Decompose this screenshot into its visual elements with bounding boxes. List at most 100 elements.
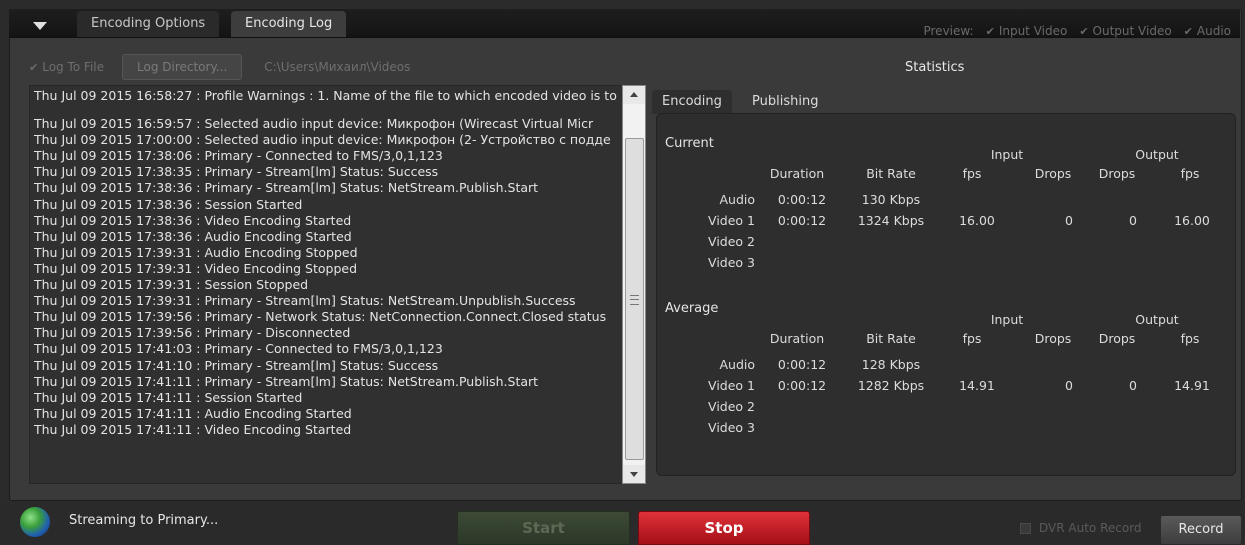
log-line: Thu Jul 09 2015 17:38:36 : Video Encodin… bbox=[34, 212, 352, 228]
log-line: Thu Jul 09 2015 17:39:56 : Primary - Dis… bbox=[34, 325, 351, 341]
row-in-fps: 14.91 bbox=[959, 378, 995, 393]
row-in-fps: 16.00 bbox=[959, 213, 995, 228]
record-button[interactable]: Record bbox=[1160, 515, 1242, 545]
scroll-up-arrow-icon[interactable] bbox=[623, 86, 645, 104]
row-out-drops: 0 bbox=[1129, 213, 1137, 228]
row-name: Video 2 bbox=[708, 399, 755, 414]
current-section-label: Current bbox=[665, 136, 714, 151]
row-name: Audio bbox=[719, 357, 755, 372]
row-duration: 0:00:12 bbox=[777, 213, 827, 228]
row-name: Video 1 bbox=[708, 378, 755, 393]
log-directory-button[interactable]: Log Directory... bbox=[122, 54, 243, 80]
row-name: Video 2 bbox=[708, 234, 755, 249]
header-duration: Duration bbox=[769, 331, 825, 346]
row-duration: 0:00:12 bbox=[777, 192, 827, 207]
row-duration: 0:00:12 bbox=[777, 357, 827, 372]
header-output: Output bbox=[1135, 147, 1179, 162]
tab-stat-encoding[interactable]: Encoding bbox=[652, 90, 732, 114]
row-bitrate: 128 Kbps bbox=[861, 357, 921, 372]
row-name: Audio bbox=[719, 192, 755, 207]
log-line: Thu Jul 09 2015 17:38:36 : Session Start… bbox=[34, 196, 303, 212]
header-bitrate: Bit Rate bbox=[866, 166, 916, 181]
row-duration: 0:00:12 bbox=[777, 378, 827, 393]
check-icon: ✔ bbox=[985, 24, 995, 38]
header-out-drops: Drops bbox=[1098, 331, 1136, 346]
dvr-label: DVR Auto Record bbox=[1039, 521, 1142, 535]
row-name: Video 3 bbox=[708, 255, 755, 270]
header-output: Output bbox=[1135, 312, 1179, 327]
log-path: C:\Users\Михаил\Videos bbox=[264, 60, 411, 74]
grip-icon bbox=[630, 295, 639, 305]
log-line: Thu Jul 09 2015 17:41:11 : Session Start… bbox=[34, 389, 303, 405]
audio-checkbox[interactable]: ✔ Audio bbox=[1184, 24, 1231, 38]
row-bitrate: 1282 Kbps bbox=[857, 378, 925, 393]
tab-stat-publishing[interactable]: Publishing bbox=[742, 90, 828, 114]
dvr-auto-record-checkbox[interactable]: DVR Auto Record bbox=[1020, 521, 1142, 535]
log-line: Thu Jul 09 2015 17:39:56 : Primary - Net… bbox=[34, 309, 607, 325]
log-scrollbar[interactable] bbox=[622, 85, 646, 484]
header-duration: Duration bbox=[769, 166, 825, 181]
input-video-checkbox[interactable]: ✔ Input Video bbox=[986, 24, 1068, 38]
log-line: Thu Jul 09 2015 17:39:31 : Video Encodin… bbox=[34, 260, 358, 276]
preview-options: Preview: ✔ Input Video ✔ Output Video ✔ Aud… bbox=[923, 24, 1231, 38]
row-out-fps: 16.00 bbox=[1174, 213, 1210, 228]
start-button[interactable]: Start bbox=[457, 511, 630, 545]
log-line: Thu Jul 09 2015 17:41:11 : Video Encodin… bbox=[34, 421, 352, 437]
tab-strip: Encoding Options Encoding Log Preview: ✔… bbox=[9, 9, 1240, 38]
status-text: Streaming to Primary... bbox=[69, 513, 219, 528]
header-in-fps: fps bbox=[962, 166, 982, 181]
tab-encoding-options[interactable]: Encoding Options bbox=[77, 11, 220, 37]
log-line: Thu Jul 09 2015 17:41:10 : Primary - Str… bbox=[34, 357, 439, 373]
row-name: Video 1 bbox=[708, 213, 755, 228]
log-line: Thu Jul 09 2015 17:38:06 : Primary - Con… bbox=[34, 148, 443, 164]
audio-label: Audio bbox=[1196, 24, 1231, 38]
output-video-checkbox[interactable]: ✔ Output Video bbox=[1079, 24, 1171, 38]
checkbox-icon bbox=[1020, 522, 1031, 534]
average-section-label: Average bbox=[665, 301, 719, 316]
log-controls: ✔ Log To File Log Directory... C:\Users\М… bbox=[29, 54, 410, 80]
stop-button[interactable]: Stop bbox=[638, 511, 810, 545]
row-bitrate: 1324 Kbps bbox=[857, 213, 925, 228]
log-text: Thu Jul 09 2015 16:58:27 : Profile Warni… bbox=[30, 86, 622, 440]
check-icon: ✔ bbox=[1183, 24, 1193, 38]
log-line: Thu Jul 09 2015 17:41:03 : Primary - Con… bbox=[34, 341, 443, 357]
header-out-drops: Drops bbox=[1098, 166, 1136, 181]
check-icon: ✔ bbox=[29, 60, 39, 74]
log-line: Thu Jul 09 2015 17:38:35 : Primary - Str… bbox=[34, 164, 439, 180]
statistics-panel: Current Input Output Duration Bit Rate fps Dro… bbox=[656, 113, 1236, 476]
check-icon: ✔ bbox=[1079, 24, 1089, 38]
header-input: Input bbox=[990, 312, 1024, 327]
scroll-down-arrow-icon[interactable] bbox=[623, 465, 645, 483]
log-panel[interactable]: Thu Jul 09 2015 16:58:27 : Profile Warni… bbox=[29, 85, 623, 484]
row-bitrate: 130 Kbps bbox=[861, 192, 921, 207]
header-bitrate: Bit Rate bbox=[866, 331, 916, 346]
row-out-drops: 0 bbox=[1129, 378, 1137, 393]
header-out-fps: fps bbox=[1180, 331, 1200, 346]
row-in-drops: 0 bbox=[1065, 213, 1073, 228]
header-in-drops: Drops bbox=[1034, 331, 1072, 346]
header-in-drops: Drops bbox=[1034, 166, 1072, 181]
log-line: Thu Jul 09 2015 17:38:36 : Audio Encodin… bbox=[34, 228, 352, 244]
preview-label: Preview: bbox=[923, 24, 974, 38]
log-line: Thu Jul 09 2015 17:39:31 : Session Stopp… bbox=[34, 277, 309, 293]
log-line: Thu Jul 09 2015 17:00:00 : Selected audi… bbox=[34, 132, 611, 148]
input-video-label: Input Video bbox=[998, 24, 1068, 38]
output-video-label: Output Video bbox=[1092, 24, 1172, 38]
collapse-arrow-icon[interactable] bbox=[33, 22, 47, 30]
header-input: Input bbox=[990, 147, 1024, 162]
log-line: Thu Jul 09 2015 17:38:36 : Primary - Str… bbox=[34, 180, 539, 196]
log-to-file-label: Log To File bbox=[42, 60, 104, 74]
log-to-file-checkbox[interactable]: ✔ Log To File bbox=[29, 60, 104, 74]
log-line: Thu Jul 09 2015 17:39:31 : Primary - Str… bbox=[34, 293, 576, 309]
row-in-drops: 0 bbox=[1065, 378, 1073, 393]
globe-icon bbox=[20, 507, 50, 537]
log-line: Thu Jul 09 2015 16:58:27 : Profile Warni… bbox=[34, 88, 623, 103]
scroll-thumb[interactable] bbox=[625, 138, 644, 460]
header-in-fps: fps bbox=[962, 331, 982, 346]
log-line: Thu Jul 09 2015 17:39:31 : Audio Encodin… bbox=[34, 244, 358, 260]
row-name: Video 3 bbox=[708, 420, 755, 435]
row-out-fps: 14.91 bbox=[1174, 378, 1210, 393]
tab-encoding-log[interactable]: Encoding Log bbox=[231, 11, 347, 37]
statistics-title: Statistics bbox=[905, 60, 965, 75]
